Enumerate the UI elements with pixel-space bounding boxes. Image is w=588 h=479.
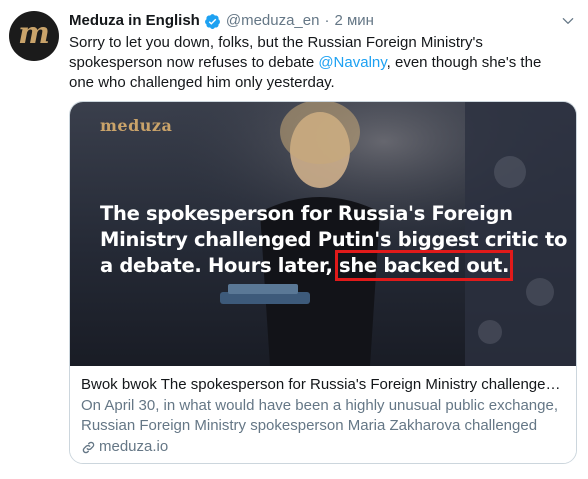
avatar-letter: m xyxy=(18,16,50,51)
tweet-text: Sorry to let you down, folks, but the Ru… xyxy=(69,33,569,93)
card-description: On April 30, in what would have been a h… xyxy=(81,397,558,434)
verified-badge-icon xyxy=(204,13,221,30)
link-icon xyxy=(82,441,95,453)
card-image: meduza The spokesperson for Russia's For… xyxy=(70,102,576,366)
author-name[interactable]: Meduza in English xyxy=(69,11,200,31)
tweet-time[interactable]: 2 мин xyxy=(334,11,374,31)
card-image-logo: meduza xyxy=(100,116,173,135)
mention-link[interactable]: @Navalny xyxy=(318,54,386,71)
separator-dot: · xyxy=(324,12,330,29)
chevron-down-icon[interactable] xyxy=(557,10,579,32)
card-domain-row: meduza.io xyxy=(81,437,566,457)
headline-highlight: she backed out. xyxy=(335,250,514,281)
card-image-headline: The spokesperson for Russia's Foreign Mi… xyxy=(100,201,570,281)
card-domain: meduza.io xyxy=(99,438,169,455)
tweet: m Meduza in English @meduza_en · 2 мин S… xyxy=(0,0,588,479)
link-card[interactable]: meduza The spokesperson for Russia's For… xyxy=(69,101,577,464)
avatar[interactable]: m xyxy=(9,11,59,61)
tweet-header: Meduza in English @meduza_en · 2 мин xyxy=(69,11,374,31)
author-handle[interactable]: @meduza_en xyxy=(226,11,320,31)
card-body: Bwok bwok The spokesperson for Russia's … xyxy=(70,366,576,463)
card-title: Bwok bwok The spokesperson for Russia's … xyxy=(81,376,566,393)
